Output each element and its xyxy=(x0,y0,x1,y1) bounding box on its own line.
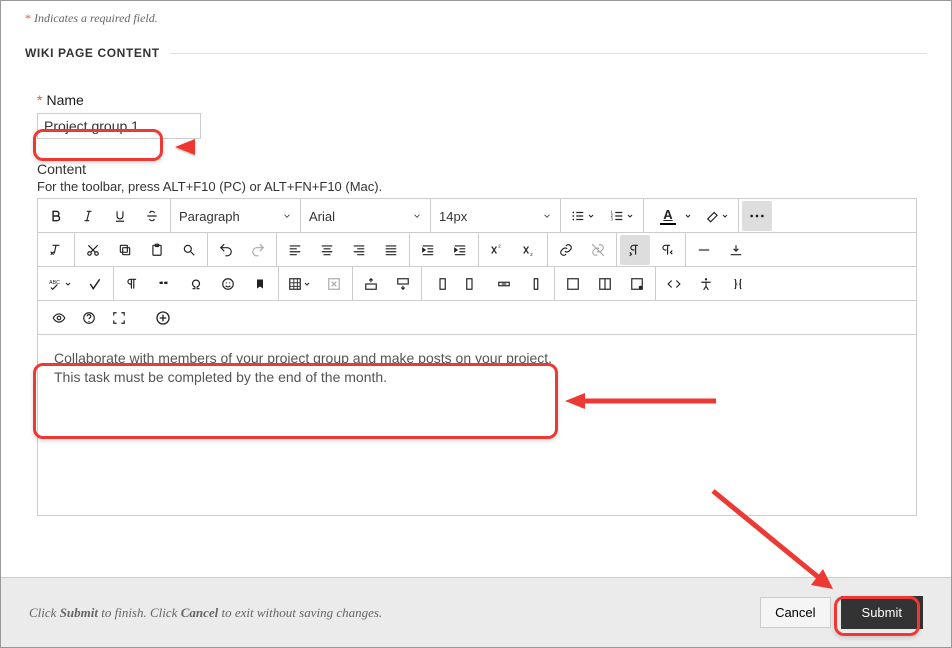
delete-col-button[interactable] xyxy=(521,269,551,299)
subscript-button[interactable]: 2 xyxy=(514,235,544,265)
align-right-button[interactable] xyxy=(344,235,374,265)
align-left-button[interactable] xyxy=(280,235,310,265)
section-divider xyxy=(170,53,927,54)
paragraph-mark-button[interactable] xyxy=(117,269,147,299)
section-title: WIKI PAGE CONTENT xyxy=(25,46,160,60)
highlight-color-button[interactable] xyxy=(700,201,735,231)
svg-text:2: 2 xyxy=(530,251,533,256)
asterisk-icon: * xyxy=(37,92,42,108)
rich-text-editor: Paragraph Arial 14px 123 A xyxy=(37,198,917,516)
split-cells-button[interactable] xyxy=(590,269,620,299)
ltr-button[interactable] xyxy=(620,235,650,265)
clear-formatting-button[interactable] xyxy=(41,235,71,265)
horizontal-rule-button[interactable] xyxy=(689,235,719,265)
delete-table-button[interactable] xyxy=(319,269,349,299)
code-view-button[interactable] xyxy=(659,269,689,299)
numbered-list-button[interactable]: 123 xyxy=(603,201,640,231)
paragraph-style-select[interactable]: Paragraph xyxy=(171,199,301,233)
preview-button[interactable] xyxy=(45,304,73,332)
name-input[interactable]: Project group 1 xyxy=(37,113,201,139)
page-footer: Click Submit to finish. Click Cancel to … xyxy=(1,577,951,647)
merge-cells-button[interactable] xyxy=(558,269,588,299)
delete-row-button[interactable] xyxy=(489,269,519,299)
indent-button[interactable] xyxy=(445,235,475,265)
link-button[interactable] xyxy=(551,235,581,265)
spellcheck-button[interactable]: ABC xyxy=(41,269,78,299)
font-size-select[interactable]: 14px xyxy=(431,199,561,233)
strikethrough-button[interactable] xyxy=(137,201,167,231)
section-header: WIKI PAGE CONTENT xyxy=(1,34,951,68)
table-properties-button[interactable] xyxy=(622,269,652,299)
find-button[interactable] xyxy=(174,235,204,265)
rtl-button[interactable] xyxy=(652,235,682,265)
insert-col-right-button[interactable] xyxy=(457,269,487,299)
toolbar-row-1: Paragraph Arial 14px 123 A xyxy=(38,199,916,233)
submit-button[interactable]: Submit xyxy=(841,596,923,629)
chevron-down-icon xyxy=(282,211,292,221)
redo-button[interactable] xyxy=(243,235,273,265)
name-label-text: Name xyxy=(46,92,83,108)
insert-col-left-button[interactable] xyxy=(425,269,455,299)
table-button[interactable] xyxy=(282,269,317,299)
toolbar-row-4 xyxy=(38,301,916,335)
code-block-button[interactable]: ; xyxy=(723,269,753,299)
chevron-down-icon xyxy=(412,211,422,221)
content-label: Content xyxy=(37,161,915,177)
insert-row-above-button[interactable] xyxy=(356,269,386,299)
underline-button[interactable] xyxy=(105,201,135,231)
accessibility-button[interactable] xyxy=(691,269,721,299)
footer-instruction: Click Submit to finish. Click Cancel to … xyxy=(29,605,382,621)
add-content-button[interactable] xyxy=(149,304,177,332)
superscript-button[interactable]: 2 xyxy=(482,235,512,265)
svg-text:2: 2 xyxy=(498,243,501,248)
chevron-down-icon xyxy=(542,211,552,221)
svg-text:3: 3 xyxy=(611,216,614,221)
help-button[interactable] xyxy=(75,304,103,332)
formula-button[interactable] xyxy=(80,269,110,299)
cancel-button[interactable]: Cancel xyxy=(760,597,830,628)
font-size-value: 14px xyxy=(439,209,467,224)
outdent-button[interactable] xyxy=(413,235,443,265)
toolbar-row-3: ABC xyxy=(38,267,916,301)
italic-button[interactable] xyxy=(73,201,103,231)
required-note-text: Indicates a required field. xyxy=(34,11,158,25)
blockquote-button[interactable] xyxy=(149,269,179,299)
bold-button[interactable] xyxy=(41,201,71,231)
fullscreen-button[interactable] xyxy=(105,304,133,332)
editor-content-area[interactable]: Collaborate with members of your project… xyxy=(38,335,916,515)
insert-line-button[interactable] xyxy=(721,235,751,265)
name-label: * Name xyxy=(37,92,915,108)
content-line-2: This task must be completed by the end o… xyxy=(54,368,900,387)
text-color-button[interactable]: A xyxy=(647,201,698,231)
align-center-button[interactable] xyxy=(312,235,342,265)
toolbar-row-2: 2 2 xyxy=(38,233,916,267)
bookmark-button[interactable] xyxy=(245,269,275,299)
paragraph-style-value: Paragraph xyxy=(179,209,240,224)
paste-button[interactable] xyxy=(142,235,172,265)
svg-text:ABC: ABC xyxy=(49,280,60,286)
cut-button[interactable] xyxy=(78,235,108,265)
copy-button[interactable] xyxy=(110,235,140,265)
bullet-list-button[interactable] xyxy=(564,201,601,231)
special-char-button[interactable] xyxy=(181,269,211,299)
unlink-button[interactable] xyxy=(583,235,613,265)
content-line-1: Collaborate with members of your project… xyxy=(54,349,900,368)
more-options-button[interactable] xyxy=(742,201,772,231)
font-family-value: Arial xyxy=(309,209,335,224)
toolbar-hint: For the toolbar, press ALT+F10 (PC) or A… xyxy=(37,179,915,194)
svg-text:;: ; xyxy=(737,281,738,286)
required-field-note: * Indicates a required field. xyxy=(1,1,951,34)
insert-row-below-button[interactable] xyxy=(388,269,418,299)
asterisk-icon: * xyxy=(25,11,31,25)
emoji-button[interactable] xyxy=(213,269,243,299)
undo-button[interactable] xyxy=(211,235,241,265)
align-justify-button[interactable] xyxy=(376,235,406,265)
font-family-select[interactable]: Arial xyxy=(301,199,431,233)
